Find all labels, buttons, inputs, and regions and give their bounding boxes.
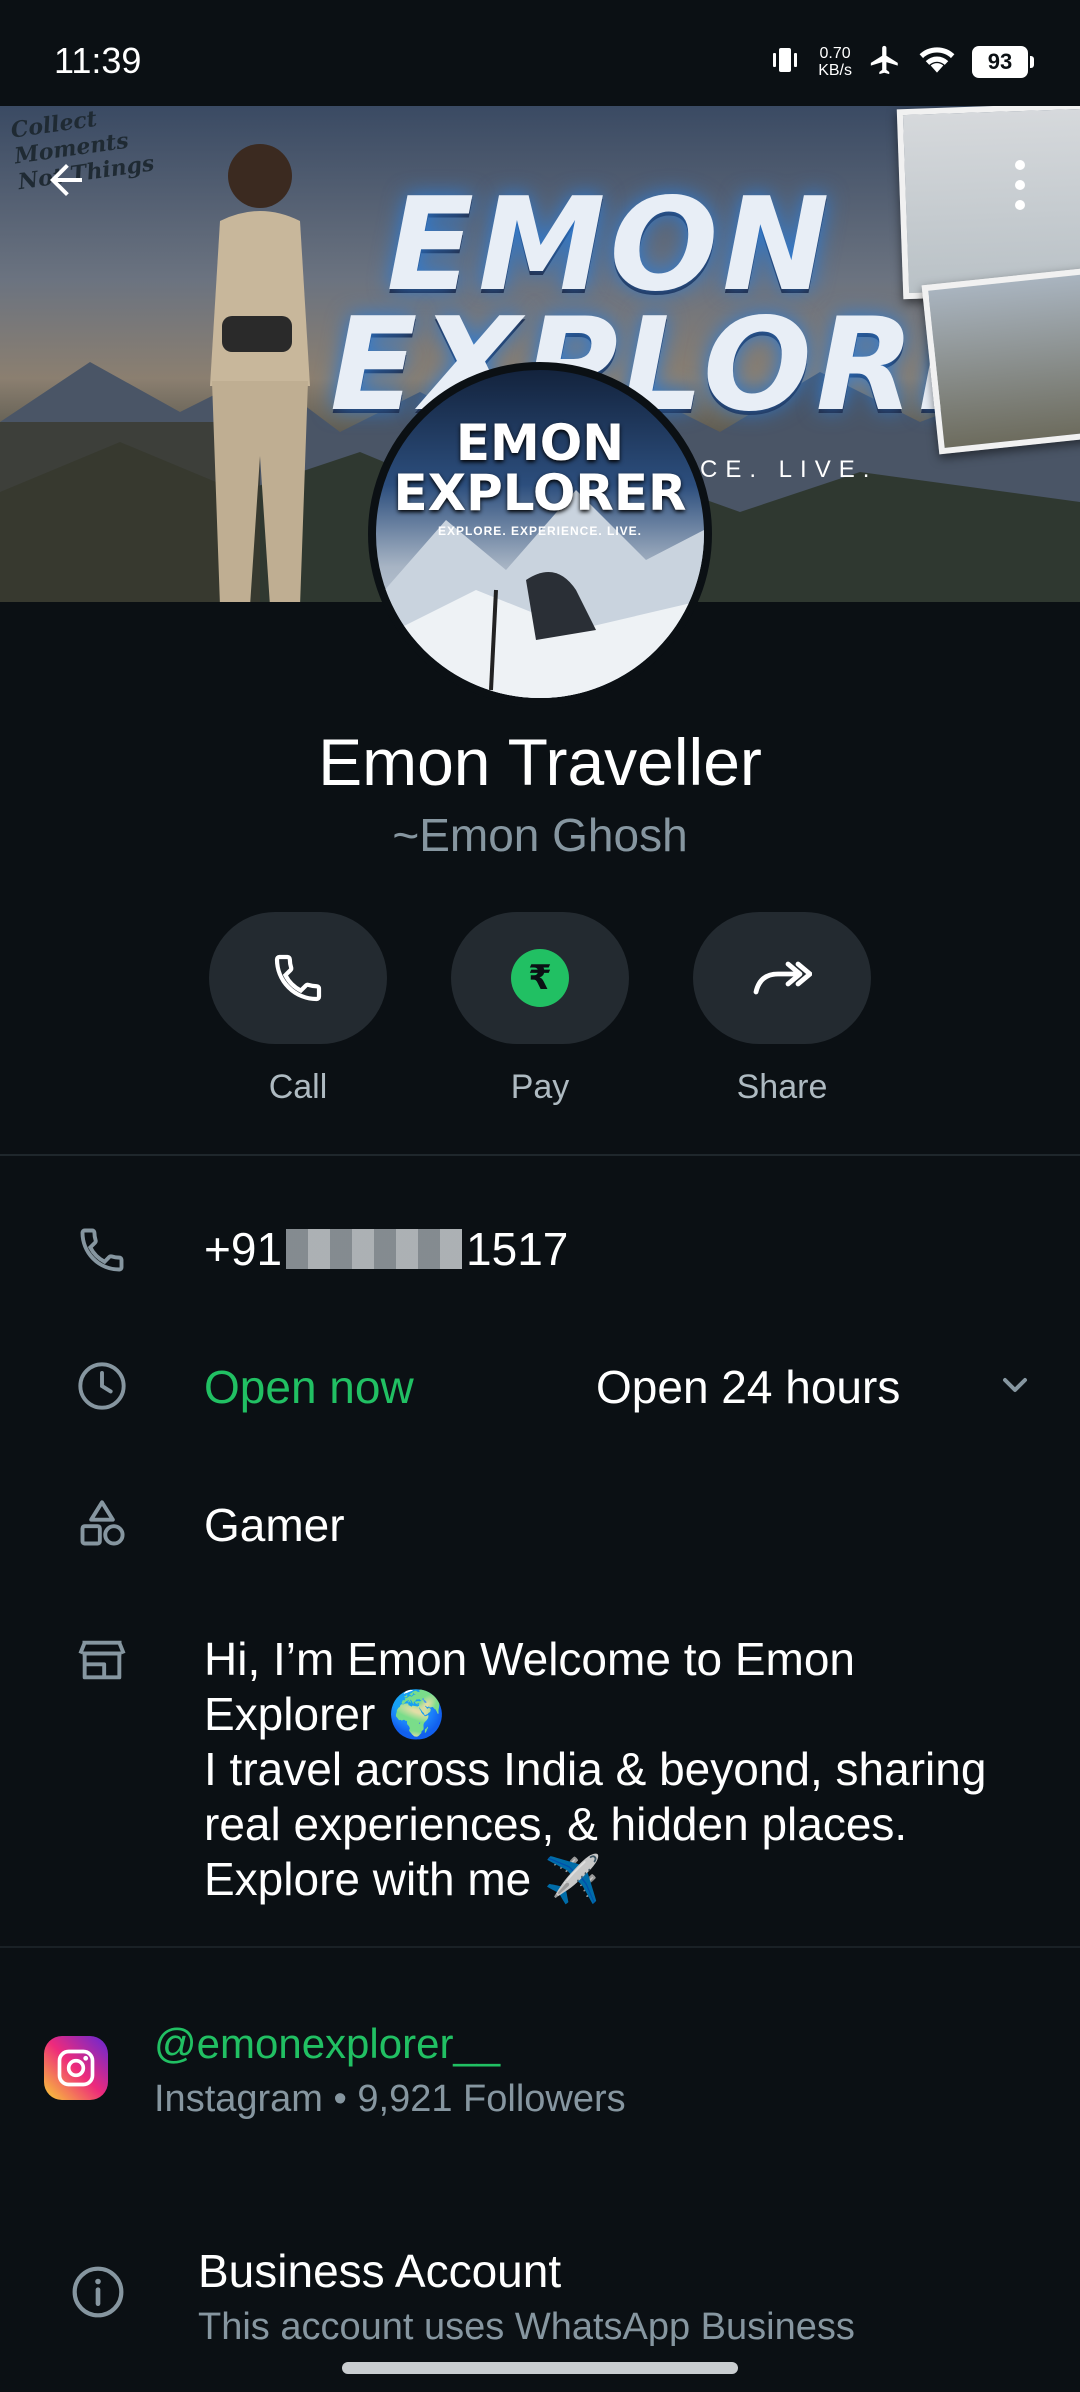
avatar-title: EMON EXPLORER bbox=[393, 414, 687, 522]
instagram-handle-link[interactable]: @emonexplorer__ bbox=[154, 2020, 500, 2068]
about-row-icon bbox=[72, 1630, 132, 1690]
pay-action[interactable]: ₹ Pay bbox=[451, 912, 629, 1107]
phone-icon bbox=[274, 954, 322, 1002]
clock-icon bbox=[78, 1362, 126, 1410]
network-speed: 0.70 KB/s bbox=[818, 45, 852, 79]
avatar-tagline: EXPLORE. EXPERIENCE. LIVE. bbox=[437, 524, 643, 538]
share-forward-icon bbox=[753, 961, 812, 995]
chevron-down-icon bbox=[1003, 1378, 1027, 1392]
instagram-icon bbox=[44, 2036, 108, 2100]
share-label: Share bbox=[736, 1068, 828, 1106]
shapes-category-icon bbox=[80, 1500, 125, 1546]
business-account-subtitle: This account uses WhatsApp Business bbox=[198, 2306, 855, 2346]
call-action[interactable]: Call bbox=[209, 912, 387, 1107]
status-time: 11:39 bbox=[54, 40, 142, 81]
battery-indicator: 93 bbox=[972, 46, 1034, 78]
instagram-meta: Instagram • 9,921 Followers bbox=[154, 2078, 626, 2120]
storefront-icon bbox=[78, 1640, 126, 1680]
business-description: Hi, I’m Emon Welcome to Emon Explorer 🌍 … bbox=[204, 1633, 987, 1905]
cover-person-figure bbox=[210, 144, 310, 602]
profile-pushname: ~Emon Ghosh bbox=[392, 809, 688, 861]
expand-hours-button[interactable] bbox=[990, 1360, 1040, 1410]
business-hours[interactable]: Open 24 hours bbox=[596, 1360, 900, 1414]
back-button[interactable] bbox=[36, 150, 96, 210]
info-icon bbox=[72, 2266, 124, 2318]
category-row-icon bbox=[72, 1494, 132, 1554]
phone-row-icon bbox=[72, 1220, 132, 1280]
vibrate-icon bbox=[768, 43, 802, 82]
action-buttons: Call ₹ Pay Share bbox=[0, 912, 1080, 1112]
profile-name: Emon Traveller bbox=[318, 725, 762, 799]
share-action[interactable]: Share bbox=[693, 912, 871, 1107]
more-vert-icon bbox=[1015, 160, 1025, 210]
share-button[interactable] bbox=[693, 912, 871, 1044]
redacted-digits bbox=[286, 1229, 463, 1269]
profile-avatar[interactable]: EMON EXPLORER EXPLORE. EXPERIENCE. LIVE. bbox=[368, 362, 712, 706]
call-label: Call bbox=[268, 1068, 328, 1106]
open-status: Open now bbox=[204, 1361, 414, 1413]
status-bar: 11:39 0.70 KB/s 93 bbox=[0, 0, 1080, 106]
gesture-nav-handle[interactable] bbox=[342, 2362, 738, 2374]
business-account-title[interactable]: Business Account bbox=[198, 2244, 561, 2298]
pay-button[interactable]: ₹ bbox=[451, 912, 629, 1044]
status-icons: 0.70 KB/s 93 bbox=[768, 40, 1034, 84]
rupee-icon: ₹ bbox=[511, 949, 569, 1007]
business-category: Gamer bbox=[204, 1499, 345, 1551]
airplane-icon bbox=[868, 43, 902, 82]
cover-polaroid-photo bbox=[896, 106, 1080, 300]
phone-number[interactable]: +91 1517 bbox=[204, 1222, 568, 1276]
phone-icon bbox=[80, 1228, 124, 1272]
cover-polaroid-photo bbox=[921, 267, 1080, 455]
section-divider bbox=[0, 1154, 1080, 1156]
pay-label: Pay bbox=[510, 1068, 570, 1106]
more-options-button[interactable] bbox=[990, 150, 1050, 220]
clock-row-icon bbox=[72, 1356, 132, 1416]
section-divider bbox=[0, 1946, 1080, 1948]
back-arrow-icon bbox=[50, 164, 82, 196]
wifi-icon bbox=[918, 44, 956, 81]
cover-tagline: CE. LIVE. bbox=[700, 456, 878, 483]
business-info-icon bbox=[68, 2262, 128, 2322]
call-button[interactable] bbox=[209, 912, 387, 1044]
